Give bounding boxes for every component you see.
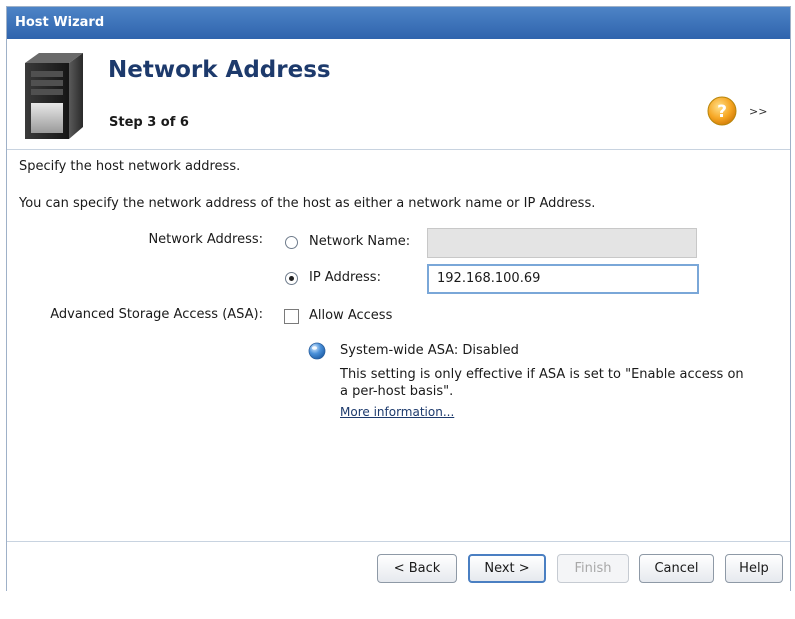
more-information-link[interactable]: More information... — [340, 405, 454, 419]
back-button[interactable]: < Back — [377, 554, 457, 583]
info-icon — [308, 342, 326, 360]
wizard-header: Network Address Step 3 of 6 ? >> — [7, 39, 790, 150]
expand-link[interactable]: >> — [749, 105, 767, 118]
ip-address-radio[interactable] — [285, 272, 298, 285]
network-name-label: Network Name: — [309, 234, 411, 249]
ip-address-label: IP Address: — [309, 270, 381, 285]
page-title: Network Address — [108, 57, 331, 83]
finish-button[interactable]: Finish — [557, 554, 629, 583]
next-button[interactable]: Next > — [468, 554, 546, 583]
intro-text: Specify the host network address. — [19, 159, 241, 174]
help-button[interactable]: Help — [725, 554, 783, 583]
allow-access-checkbox[interactable] — [284, 309, 299, 324]
wizard-footer: < Back Next > Finish Cancel Help — [7, 541, 790, 592]
asa-note-line-1: This setting is only effective if ASA is… — [340, 367, 744, 382]
radio-selected-dot — [289, 276, 294, 281]
wizard-body: Specify the host network address. You ca… — [7, 150, 790, 540]
step-indicator: Step 3 of 6 — [109, 115, 189, 130]
help-icon[interactable]: ? — [707, 96, 737, 126]
host-wizard-dialog: Host Wizard Network Address Step 3 of 6 … — [6, 6, 791, 592]
asa-status-text: System-wide ASA: Disabled — [340, 343, 519, 358]
cancel-button[interactable]: Cancel — [639, 554, 714, 583]
svg-text:?: ? — [717, 102, 727, 122]
network-address-label: Network Address: — [148, 232, 263, 247]
asa-note-line-2: a per-host basis". — [340, 384, 454, 399]
description-text: You can specify the network address of t… — [19, 196, 596, 211]
network-name-field[interactable] — [427, 228, 697, 258]
asa-label: Advanced Storage Access (ASA): — [50, 307, 263, 322]
server-icon — [25, 53, 83, 139]
allow-access-label[interactable]: Allow Access — [309, 308, 392, 323]
ip-address-field[interactable]: 192.168.100.69 — [427, 264, 699, 294]
window-title: Host Wizard — [7, 7, 790, 39]
network-name-radio[interactable] — [285, 236, 298, 249]
